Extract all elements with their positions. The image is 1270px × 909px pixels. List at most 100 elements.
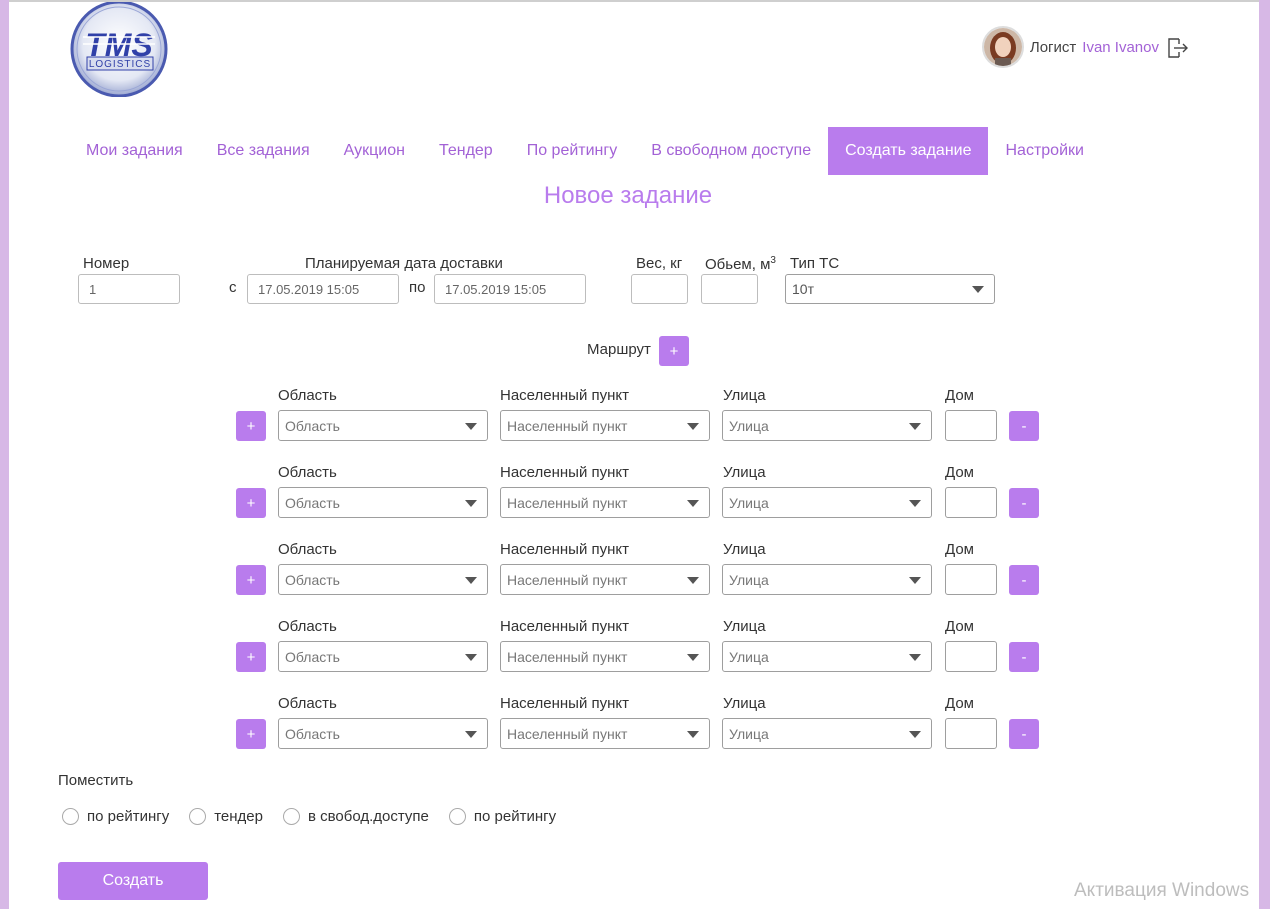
- chevron-down-icon: [909, 730, 921, 738]
- remove-point-button[interactable]: -: [1009, 411, 1039, 441]
- chevron-down-icon: [465, 422, 477, 430]
- add-point-button[interactable]: +: [236, 565, 266, 595]
- date-to-input[interactable]: 17.05.2019 15:05: [434, 274, 586, 304]
- region-select[interactable]: Область: [278, 641, 488, 672]
- street-select[interactable]: Улица: [722, 641, 932, 672]
- remove-point-button[interactable]: -: [1009, 565, 1039, 595]
- house-label: Дом: [945, 618, 974, 635]
- city-select[interactable]: Населенный пункт: [500, 410, 710, 441]
- chevron-down-icon: [687, 422, 699, 430]
- avatar[interactable]: [981, 26, 1024, 68]
- user-role: Логист: [1029, 38, 1077, 56]
- street-label: Улица: [723, 695, 766, 712]
- city-select[interactable]: Населенный пункт: [500, 641, 710, 672]
- radio-icon[interactable]: [282, 808, 300, 825]
- city-label: Населенный пункт: [500, 695, 630, 712]
- chevron-down-icon: [465, 653, 477, 661]
- windows-activation-watermark: Активация Windows: [1074, 880, 1250, 901]
- house-input[interactable]: [945, 410, 997, 441]
- to-label: по: [409, 279, 426, 296]
- route-label: Маршрут: [587, 341, 651, 358]
- placement-label: Поместить: [58, 772, 134, 789]
- create-button[interactable]: Создать: [58, 862, 208, 900]
- page-title: Новое задание: [543, 182, 713, 209]
- remove-point-button[interactable]: -: [1009, 642, 1039, 672]
- remove-point-button[interactable]: -: [1009, 719, 1039, 749]
- street-select[interactable]: Улица: [722, 718, 932, 749]
- city-label: Населенный пункт: [500, 387, 630, 404]
- volume-input[interactable]: [701, 274, 758, 304]
- radio-icon[interactable]: [189, 808, 207, 825]
- add-point-button[interactable]: +: [236, 642, 266, 672]
- remove-point-button[interactable]: -: [1009, 488, 1039, 518]
- region-label: Область: [278, 387, 337, 404]
- add-point-button[interactable]: +: [236, 488, 266, 518]
- vehicle-type-select[interactable]: 10т: [785, 274, 995, 304]
- tab-my-tasks[interactable]: Мои задания: [69, 127, 200, 175]
- placement-option-rating-2[interactable]: по рейтингу: [448, 808, 556, 825]
- logout-icon[interactable]: [1165, 36, 1188, 58]
- chevron-down-icon: [909, 576, 921, 584]
- weight-label: Вес, кг: [636, 255, 683, 272]
- house-label: Дом: [945, 695, 974, 712]
- tab-tender[interactable]: Тендер: [422, 127, 510, 175]
- region-label: Область: [278, 618, 337, 635]
- tab-create-task[interactable]: Создать задание: [828, 127, 989, 175]
- weight-input[interactable]: [631, 274, 688, 304]
- vehicle-type-label: Тип ТС: [790, 255, 840, 272]
- city-select[interactable]: Населенный пункт: [500, 564, 710, 595]
- add-point-button[interactable]: +: [236, 719, 266, 749]
- region-select[interactable]: Область: [278, 564, 488, 595]
- street-select[interactable]: Улица: [722, 410, 932, 441]
- from-label: с: [229, 279, 237, 296]
- tab-all-tasks[interactable]: Все задания: [200, 127, 327, 175]
- house-input[interactable]: [945, 487, 997, 518]
- svg-text:LOGISTICS: LOGISTICS: [89, 59, 151, 70]
- chevron-down-icon: [909, 422, 921, 430]
- house-input[interactable]: [945, 718, 997, 749]
- chevron-down-icon: [465, 499, 477, 507]
- placement-option-free-access[interactable]: в свобод.доступе: [282, 808, 429, 825]
- chevron-down-icon: [687, 576, 699, 584]
- placement-option-tender[interactable]: тендер: [189, 808, 263, 825]
- chevron-down-icon: [687, 499, 699, 507]
- city-select[interactable]: Населенный пункт: [500, 487, 710, 518]
- volume-label: Обьем, м3: [705, 255, 776, 273]
- page: TMS LOGISTICS Логист Ivan Ivanov Мои зад…: [9, 0, 1259, 909]
- house-label: Дом: [945, 541, 974, 558]
- radio-icon[interactable]: [448, 808, 466, 825]
- chevron-down-icon: [687, 730, 699, 738]
- tab-by-rating[interactable]: По рейтингу: [510, 127, 635, 175]
- street-label: Улица: [723, 541, 766, 558]
- add-point-button[interactable]: +: [236, 411, 266, 441]
- radio-icon[interactable]: [62, 808, 79, 825]
- street-label: Улица: [723, 464, 766, 481]
- city-label: Населенный пункт: [500, 618, 630, 635]
- city-select[interactable]: Населенный пункт: [500, 718, 710, 749]
- region-label: Область: [278, 541, 337, 558]
- tab-free-access[interactable]: В свободном доступе: [634, 127, 828, 175]
- street-select[interactable]: Улица: [722, 487, 932, 518]
- user-name[interactable]: Ivan Ivanov: [1082, 39, 1159, 56]
- tms-logistics-logo[interactable]: TMS LOGISTICS: [69, 0, 169, 98]
- region-select[interactable]: Область: [278, 718, 488, 749]
- user-block: Логист Ivan Ivanov: [981, 26, 1188, 68]
- date-from-input[interactable]: 17.05.2019 15:05: [247, 274, 399, 304]
- vehicle-type-value: 10т: [792, 281, 814, 297]
- tab-settings[interactable]: Настройки: [988, 127, 1100, 175]
- main-nav: Мои задания Все задания Аукцион Тендер П…: [69, 127, 1101, 175]
- house-input[interactable]: [945, 564, 997, 595]
- chevron-down-icon: [687, 653, 699, 661]
- street-select[interactable]: Улица: [722, 564, 932, 595]
- region-label: Область: [278, 464, 337, 481]
- house-input[interactable]: [945, 641, 997, 672]
- tab-auction[interactable]: Аукцион: [327, 127, 422, 175]
- region-select[interactable]: Область: [278, 487, 488, 518]
- delivery-date-label: Планируемая дата доставки: [305, 255, 503, 272]
- placement-option-rating[interactable]: по рейтингу: [62, 808, 169, 825]
- street-label: Улица: [723, 618, 766, 635]
- number-input[interactable]: 1: [78, 274, 180, 304]
- region-select[interactable]: Область: [278, 410, 488, 441]
- add-route-button[interactable]: +: [659, 336, 689, 366]
- city-label: Населенный пункт: [500, 464, 630, 481]
